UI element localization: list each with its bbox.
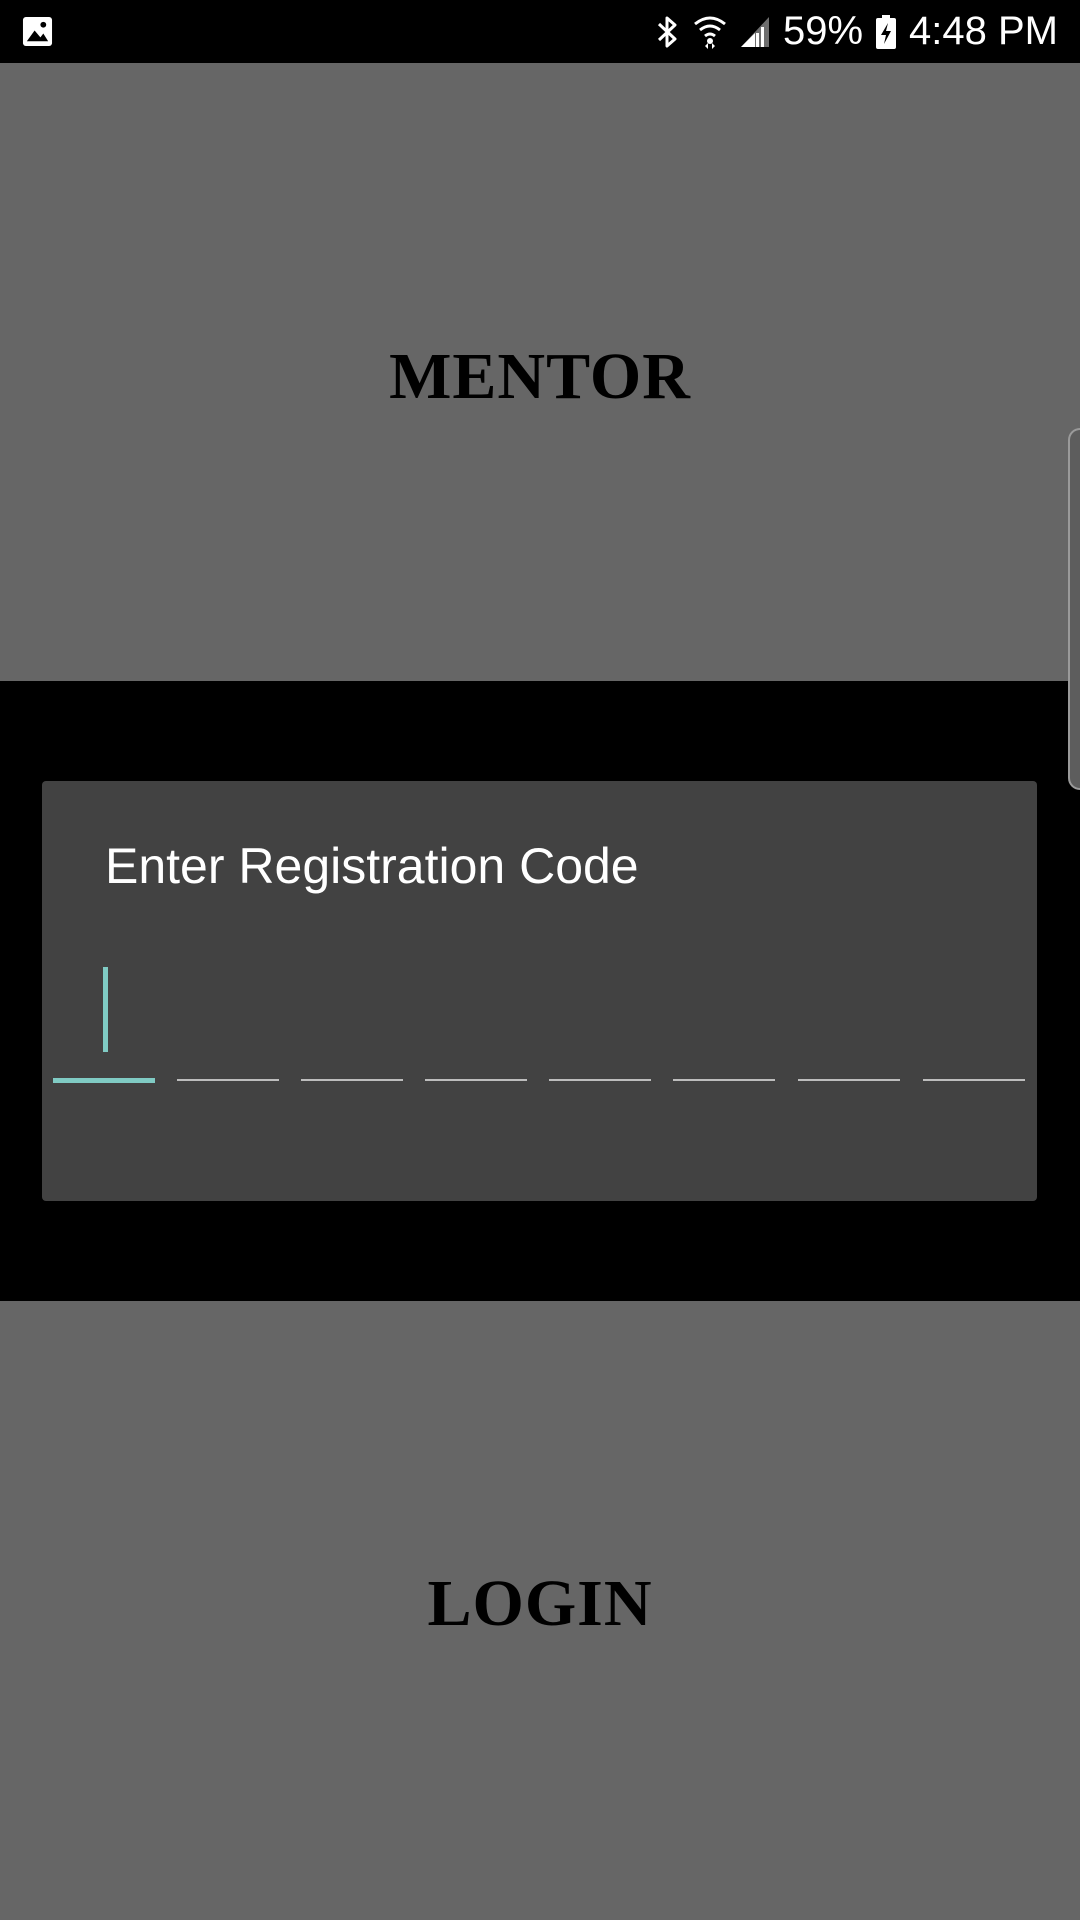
- edge-panel-handle[interactable]: [1068, 428, 1080, 790]
- code-slot[interactable]: [798, 1079, 900, 1081]
- mentor-label: MENTOR: [389, 340, 691, 413]
- registration-code-input[interactable]: [42, 941, 1037, 1201]
- battery-charging-icon: [876, 14, 897, 49]
- battery-percent: 59%: [782, 9, 864, 53]
- code-slot[interactable]: [301, 1079, 403, 1081]
- dialog-title: Enter Registration Code: [105, 838, 639, 894]
- bluetooth-icon: [657, 16, 677, 47]
- screen: 59% 4:48 PM MENTOR LOGIN Enter Registrat…: [0, 0, 1080, 1920]
- mentor-option[interactable]: MENTOR: [0, 63, 1080, 681]
- text-cursor: [103, 967, 108, 1052]
- login-option[interactable]: LOGIN: [0, 1301, 1080, 1920]
- status-bar: 59% 4:48 PM: [0, 0, 1080, 63]
- code-slot[interactable]: [549, 1079, 651, 1081]
- registration-dialog: Enter Registration Code: [42, 781, 1037, 1201]
- status-bar-right: 59% 4:48 PM: [655, 0, 1058, 63]
- login-label: LOGIN: [427, 1566, 653, 1640]
- wifi-icon: [694, 16, 726, 49]
- signal-icon: [740, 16, 769, 47]
- clock: 4:48 PM: [909, 9, 1058, 53]
- gallery-image-icon: [22, 16, 53, 47]
- code-slot[interactable]: [177, 1079, 279, 1081]
- code-slot[interactable]: [923, 1079, 1025, 1081]
- code-slot[interactable]: [425, 1079, 527, 1081]
- code-slot[interactable]: [53, 1078, 155, 1083]
- code-slot[interactable]: [673, 1079, 775, 1081]
